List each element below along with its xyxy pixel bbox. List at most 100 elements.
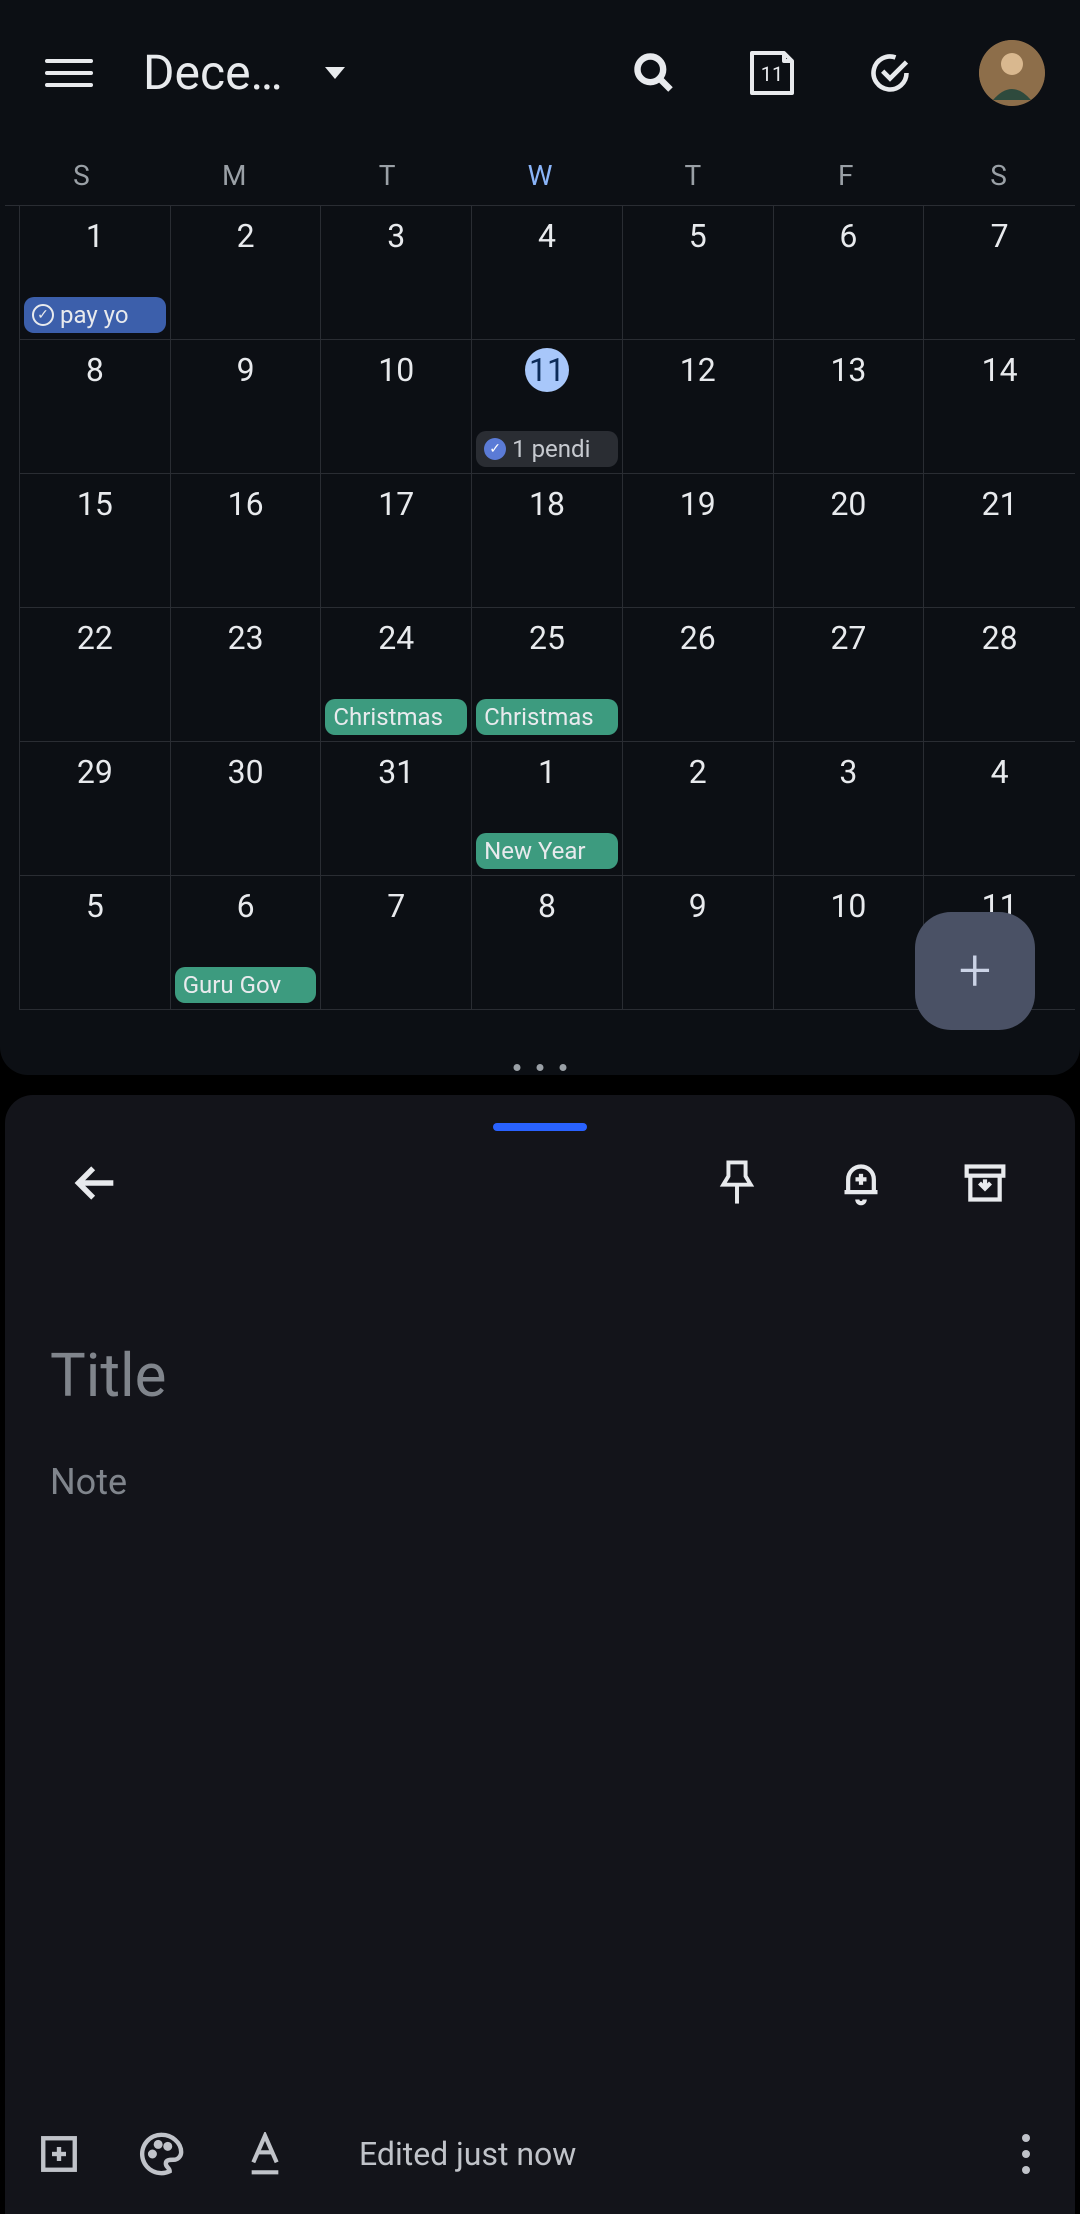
day-number: 7 (991, 214, 1009, 258)
day-number: 20 (830, 482, 866, 526)
day-number: 16 (228, 482, 264, 526)
calendar-day-cell[interactable]: 13 (774, 340, 925, 474)
menu-button[interactable] (45, 49, 93, 97)
event-chip[interactable]: Christmas (325, 699, 467, 735)
event-chip-label: Guru Gov (183, 971, 281, 999)
event-chip[interactable]: Guru Gov (175, 967, 317, 1003)
weekday-header-row: SMTWTFS (0, 145, 1080, 205)
calendar-day-cell[interactable]: 1 New Year (472, 742, 623, 876)
notes-drag-handle[interactable] (493, 1123, 587, 1131)
weekday-label: T (616, 159, 769, 192)
calendar-day-cell[interactable]: 19 (623, 474, 774, 608)
calendar-day-cell[interactable]: 10 (321, 340, 472, 474)
event-chip[interactable]: Christmas (476, 699, 618, 735)
weekday-label: S (5, 159, 158, 192)
chevron-down-icon[interactable] (325, 67, 345, 79)
calendar-day-cell[interactable]: 4 (924, 742, 1075, 876)
more-options-button[interactable] (1022, 2134, 1030, 2174)
plus-icon: + (959, 937, 992, 1005)
calendar-day-cell[interactable]: 15 (20, 474, 171, 608)
calendar-day-cell[interactable]: 16 (171, 474, 322, 608)
calendar-day-cell[interactable]: 11✓1 pendi (472, 340, 623, 474)
day-number: 3 (839, 750, 857, 794)
day-number: 1 (86, 214, 104, 258)
back-button[interactable] (68, 1156, 122, 1210)
day-number: 27 (830, 616, 866, 660)
calendar-grid: 1✓pay yo234567891011✓1 pendi121314151617… (5, 205, 1075, 1010)
notes-app: Edited just now (5, 1095, 1075, 2214)
calendar-day-cell[interactable]: 18 (472, 474, 623, 608)
calendar-day-cell[interactable]: 22 (20, 608, 171, 742)
calendar-day-cell[interactable]: 3 (774, 742, 925, 876)
week-gutter (5, 876, 20, 1010)
weekday-label: W (464, 159, 617, 192)
calendar-day-cell[interactable]: 28 (924, 608, 1075, 742)
account-avatar[interactable] (979, 40, 1045, 106)
pending-dot-icon: ✓ (484, 438, 506, 460)
calendar-day-cell[interactable]: 10 (774, 876, 925, 1010)
calendar-day-cell[interactable]: 20 (774, 474, 925, 608)
palette-icon (139, 2131, 185, 2177)
calendar-day-cell[interactable]: 24Christmas (321, 608, 472, 742)
calendar-day-cell[interactable]: 6Guru Gov (171, 876, 322, 1010)
calendar-day-cell[interactable]: 14 (924, 340, 1075, 474)
day-number: 19 (680, 482, 716, 526)
day-number: 2 (689, 750, 707, 794)
calendar-day-cell[interactable]: 12 (623, 340, 774, 474)
calendar-day-cell[interactable]: 31 (321, 742, 472, 876)
svg-text:11: 11 (761, 62, 783, 86)
calendar-day-cell[interactable]: 9 (623, 876, 774, 1010)
calendar-day-cell[interactable]: 2 (171, 206, 322, 340)
event-chip-label: New Year (484, 837, 585, 865)
arrow-left-icon (73, 1161, 117, 1205)
text-format-button[interactable] (241, 2130, 289, 2178)
create-event-fab[interactable]: + (915, 912, 1035, 1030)
event-chip-label: 1 pendi (512, 435, 590, 463)
calendar-day-cell[interactable]: 26 (623, 608, 774, 742)
calendar-day-cell[interactable]: 25Christmas (472, 608, 623, 742)
notes-toolbar (5, 1095, 1075, 1240)
pin-button[interactable] (710, 1156, 764, 1210)
calendar-day-cell[interactable]: 9 (171, 340, 322, 474)
search-icon (632, 51, 676, 95)
calendar-day-cell[interactable]: 23 (171, 608, 322, 742)
calendar-day-cell[interactable]: 8 (20, 340, 171, 474)
reminder-button[interactable] (834, 1156, 888, 1210)
calendar-day-cell[interactable]: 29 (20, 742, 171, 876)
calendar-day-cell[interactable]: 21 (924, 474, 1075, 608)
calendar-day-cell[interactable]: 17 (321, 474, 472, 608)
note-title-input[interactable] (50, 1340, 1030, 1411)
calendar-day-cell[interactable]: 7 (321, 876, 472, 1010)
day-number: 2 (237, 214, 255, 258)
event-chip[interactable]: ✓pay yo (24, 297, 166, 333)
today-button[interactable]: 11 (741, 42, 803, 104)
day-number: 1 (538, 750, 556, 794)
calendar-day-cell[interactable]: 8 (472, 876, 623, 1010)
tasks-button[interactable] (859, 42, 921, 104)
note-body-input[interactable] (50, 1461, 1030, 1503)
event-chip[interactable]: ✓ 1 pendi (476, 431, 618, 467)
calendar-day-cell[interactable]: 7 (924, 206, 1075, 340)
day-number: 12 (680, 348, 716, 392)
calendar-day-cell[interactable]: 27 (774, 608, 925, 742)
calendar-header: Dece… 11 (0, 0, 1080, 145)
calendar-day-cell[interactable]: 4 (472, 206, 623, 340)
calendar-day-cell[interactable]: 30 (171, 742, 322, 876)
add-attachment-button[interactable] (35, 2130, 83, 2178)
page-dots-indicator (514, 1064, 567, 1071)
month-dropdown-label[interactable]: Dece… (143, 44, 283, 101)
calendar-day-cell[interactable]: 3 (321, 206, 472, 340)
calendar-day-cell[interactable]: 5 (623, 206, 774, 340)
event-chip[interactable]: New Year (476, 833, 618, 869)
week-gutter (5, 608, 20, 742)
day-number: 10 (830, 884, 866, 928)
archive-button[interactable] (958, 1156, 1012, 1210)
search-button[interactable] (623, 42, 685, 104)
day-number: 7 (387, 884, 405, 928)
calendar-day-cell[interactable]: 2 (623, 742, 774, 876)
calendar-day-cell[interactable]: 6 (774, 206, 925, 340)
calendar-day-cell[interactable]: 1 ✓pay yo (20, 206, 171, 340)
color-palette-button[interactable] (138, 2130, 186, 2178)
calendar-day-cell[interactable]: 5 (20, 876, 171, 1010)
weekday-label: T (311, 159, 464, 192)
